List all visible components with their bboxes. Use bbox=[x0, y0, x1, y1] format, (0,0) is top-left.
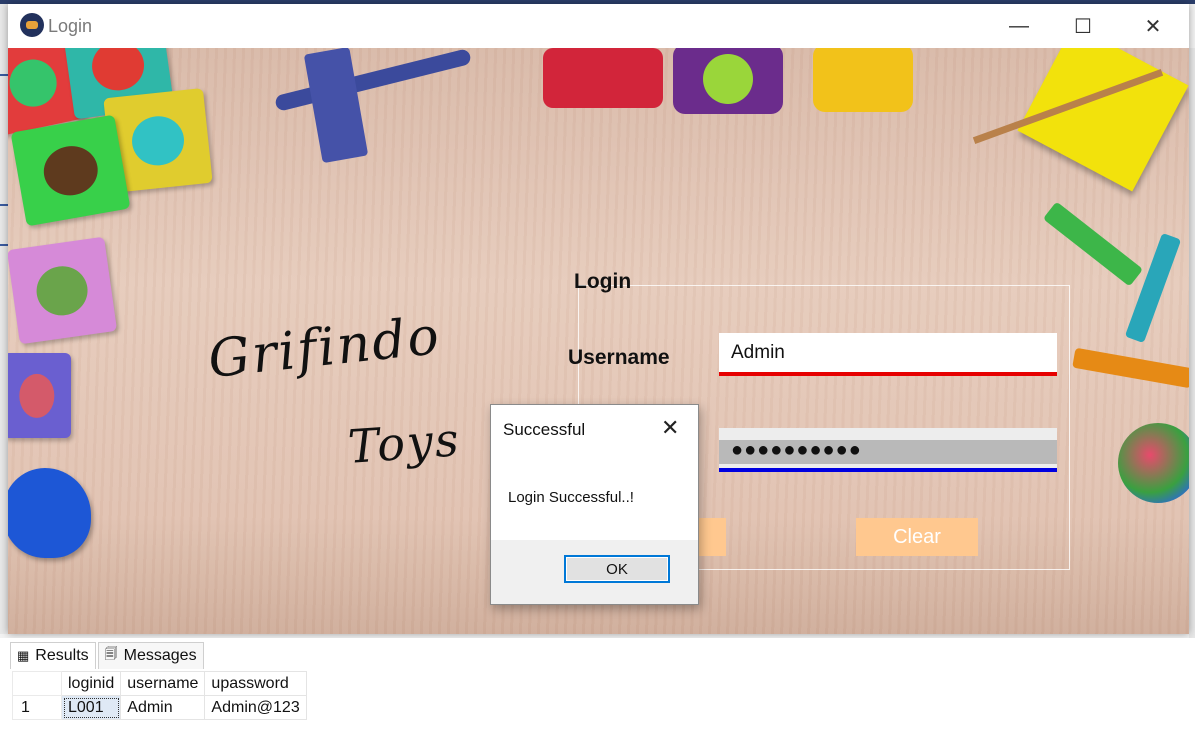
crayon-green-image bbox=[1042, 201, 1144, 287]
title-bar[interactable]: Login — ☐ ✕ bbox=[8, 4, 1189, 48]
grid-icon: ▦ bbox=[17, 648, 30, 663]
tab-results-label: Results bbox=[35, 647, 89, 664]
header-row: loginid username upassword bbox=[12, 671, 307, 696]
close-button[interactable]: ✕ bbox=[1118, 4, 1188, 48]
ok-button[interactable]: OK bbox=[564, 555, 670, 583]
background-right-edge bbox=[1189, 48, 1195, 638]
username-field[interactable] bbox=[719, 333, 1057, 376]
yarn-ball-image bbox=[1118, 423, 1189, 503]
crayon-orange-image bbox=[1072, 347, 1189, 389]
brand-name-line2: Toys bbox=[346, 412, 463, 474]
app-icon bbox=[20, 13, 44, 37]
messages-icon: 🗐 bbox=[104, 646, 118, 661]
query-results-pane: ▦ Results 🗐 Messages loginid username up… bbox=[0, 638, 1195, 742]
background-left-edge bbox=[0, 4, 8, 634]
success-dialog: Successful ✕ Login Successful..! OK bbox=[490, 404, 699, 605]
tab-messages-label: Messages bbox=[123, 647, 197, 664]
results-grid: loginid username upassword 1 L001 Admin … bbox=[12, 671, 307, 720]
crayon-teal-image bbox=[1124, 232, 1182, 344]
pencil-cup-image bbox=[1017, 48, 1189, 192]
login-group-title: Login bbox=[574, 270, 632, 293]
dialog-message: Login Successful..! bbox=[508, 489, 634, 506]
cell-username[interactable]: Admin bbox=[120, 695, 206, 720]
username-input[interactable] bbox=[719, 333, 1057, 372]
puzzle-piece-blue bbox=[8, 353, 71, 438]
cell-upassword[interactable]: Admin@123 bbox=[204, 695, 307, 720]
maximize-button[interactable]: ☐ bbox=[1048, 4, 1118, 48]
brand-name-line1: Grifindo bbox=[205, 305, 444, 391]
window-title: Login bbox=[48, 16, 93, 36]
row-number[interactable]: 1 bbox=[12, 695, 62, 720]
corner-cell[interactable] bbox=[12, 671, 62, 696]
clear-button[interactable]: Clear bbox=[856, 518, 978, 556]
username-label: Username bbox=[568, 346, 670, 369]
dialog-close-icon[interactable]: ✕ bbox=[661, 415, 679, 441]
puzzle-piece-pink bbox=[8, 236, 118, 345]
table-row: 1 L001 Admin Admin@123 bbox=[12, 695, 307, 720]
rubber-duck-image bbox=[8, 468, 91, 558]
dialog-title: Successful bbox=[503, 420, 586, 439]
tab-messages[interactable]: 🗐 Messages bbox=[97, 642, 204, 669]
tab-results[interactable]: ▦ Results bbox=[10, 642, 96, 669]
toy-train-image bbox=[533, 48, 923, 128]
column-header-loginid[interactable]: loginid bbox=[60, 671, 122, 696]
toy-airplane-image bbox=[263, 48, 493, 164]
results-tabs: ▦ Results 🗐 Messages bbox=[10, 642, 206, 669]
puzzle-piece-green bbox=[10, 114, 131, 227]
column-header-username[interactable]: username bbox=[120, 671, 206, 696]
dialog-footer: OK bbox=[491, 540, 698, 604]
password-field[interactable]: ●●●●●●●●●● bbox=[719, 428, 1057, 472]
column-header-upassword[interactable]: upassword bbox=[204, 671, 307, 696]
cell-loginid[interactable]: L001 bbox=[60, 695, 122, 720]
password-mask: ●●●●●●●●●● bbox=[731, 439, 862, 461]
minimize-button[interactable]: — bbox=[984, 4, 1054, 48]
